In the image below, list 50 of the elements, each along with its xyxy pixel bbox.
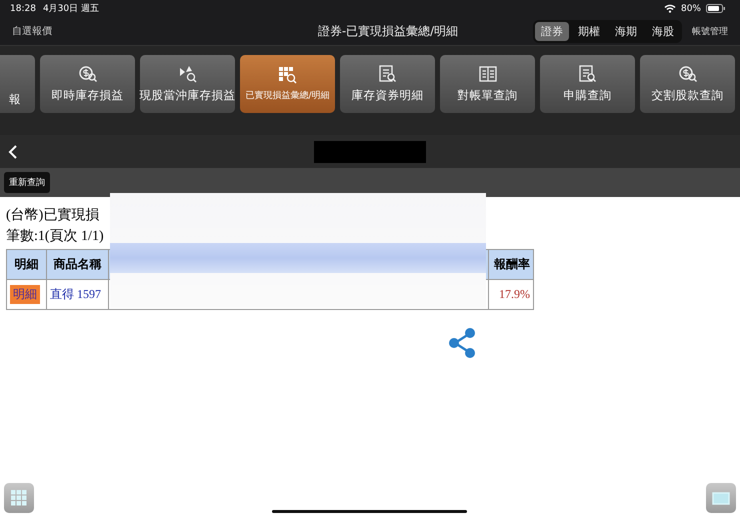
back-button[interactable] xyxy=(8,144,18,160)
tile-label: 申購查詢 xyxy=(564,88,612,103)
tile-label: 現股當沖庫存損益 xyxy=(140,88,236,103)
function-tile[interactable]: 現股當沖庫存損益 xyxy=(140,55,235,113)
function-tile[interactable]: 交割股款查詢 xyxy=(640,55,735,113)
column-header: 商品名稱 xyxy=(46,250,108,280)
market-tab[interactable]: 期權 xyxy=(572,22,606,40)
detail-button[interactable]: 明細 xyxy=(10,285,40,304)
document-magnifier-icon xyxy=(378,65,398,83)
chevron-left-icon xyxy=(8,144,18,160)
column-header: 報酬率 xyxy=(488,250,534,280)
document-magnifier-icon xyxy=(578,65,598,83)
requery-button[interactable]: 重新查詢 xyxy=(4,172,50,193)
market-tab[interactable]: 海股 xyxy=(646,22,680,40)
screen-icon xyxy=(712,492,730,504)
function-tile[interactable]: 對帳單查詢 xyxy=(440,55,535,113)
coin-magnifier-icon xyxy=(78,65,98,83)
arrows-magnifier-icon xyxy=(178,65,198,83)
tile-label: 對帳單查詢 xyxy=(458,88,518,103)
tile-label: 即時庫存損益 xyxy=(52,88,124,103)
report-title: (台幣)已實現損 xyxy=(6,206,100,225)
grid-magnifier-icon xyxy=(278,66,298,84)
status-time: 18:28 xyxy=(10,4,36,14)
tile-label: 已實現損益彙總/明細 xyxy=(245,90,330,102)
record-count: 筆數:1(頁次 1/1) xyxy=(6,228,105,246)
wifi-icon xyxy=(664,4,676,13)
grid-menu-button[interactable] xyxy=(4,483,34,513)
function-tile[interactable]: 申購查詢 xyxy=(540,55,635,113)
ledger-icon xyxy=(478,65,498,83)
return-rate-cell: 17.9% xyxy=(488,280,534,310)
tile-label: 交割股款查詢 xyxy=(652,88,724,103)
account-management-link[interactable]: 帳號管理 xyxy=(692,24,728,38)
watchlist-link[interactable]: 自選報價 xyxy=(12,24,270,38)
battery-icon xyxy=(706,4,726,13)
screen-title: 證券-已實現損益彙總/明細 xyxy=(316,22,460,40)
function-tile[interactable]: 已實現損益彙總/明細 xyxy=(240,55,335,113)
screen-button[interactable] xyxy=(706,483,736,513)
function-tile[interactable]: 報 xyxy=(0,55,35,113)
share-icon[interactable] xyxy=(448,328,476,358)
status-date: 4月30日 週五 xyxy=(42,2,99,15)
function-tile[interactable]: 即時庫存損益 xyxy=(40,55,135,113)
function-tile[interactable]: 庫存資券明細 xyxy=(340,55,435,113)
column-header: 明細 xyxy=(6,250,46,280)
battery-percent: 80% xyxy=(680,4,701,14)
market-tab[interactable]: 證券 xyxy=(535,22,569,40)
market-tab[interactable]: 海期 xyxy=(609,22,643,40)
tile-label: 庫存資券明細 xyxy=(352,88,424,103)
tile-label: 報 xyxy=(9,92,21,107)
coin-magnifier-icon xyxy=(678,65,698,83)
grid-icon xyxy=(11,490,27,506)
